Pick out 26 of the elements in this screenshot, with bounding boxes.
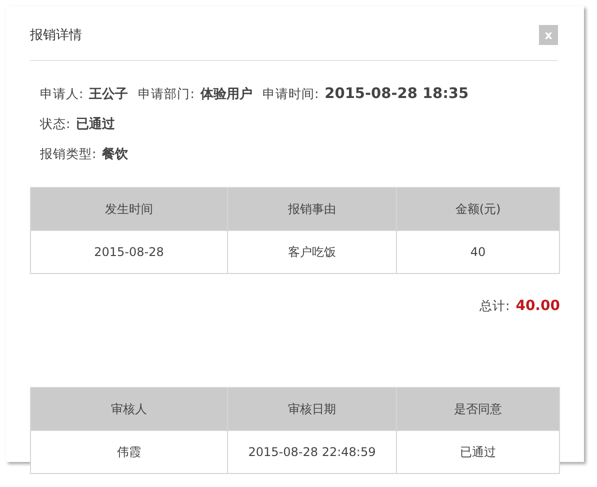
- total-amount: 40.00: [516, 298, 560, 314]
- field-value: 体验用户: [200, 86, 252, 104]
- table-cell: 伟霞: [30, 430, 228, 474]
- total-label: 总计:: [479, 298, 510, 315]
- column-header: 审核日期: [228, 388, 396, 430]
- column-header: 金额(元): [396, 188, 560, 230]
- column-header: 是否同意: [396, 388, 560, 430]
- table-cell: 客户吃饭: [228, 230, 396, 274]
- dialog-title: 报销详情: [30, 27, 82, 44]
- field-label: 申请时间:: [262, 85, 319, 103]
- field-label: 申请人:: [40, 85, 84, 103]
- column-header: 报销事由: [228, 188, 396, 230]
- table-cell: 40: [396, 230, 560, 274]
- table-cell: 2015-08-28 22:48:59: [228, 430, 396, 474]
- field-label: 申请部门:: [138, 85, 194, 103]
- table-cell: 已通过: [396, 430, 560, 474]
- field-value: 餐饮: [102, 146, 128, 164]
- field-value: 2015-08-28 18:35: [324, 85, 469, 104]
- close-button[interactable]: x: [539, 25, 558, 45]
- table-cell: 2015-08-28: [30, 230, 228, 274]
- field-label: 报销类型:: [40, 145, 96, 163]
- field-value: 王公子: [89, 86, 128, 104]
- field-value: 已通过: [76, 116, 116, 134]
- column-header: 审核人: [30, 388, 228, 430]
- column-header: 发生时间: [30, 188, 228, 230]
- field-label: 状态:: [40, 115, 70, 133]
